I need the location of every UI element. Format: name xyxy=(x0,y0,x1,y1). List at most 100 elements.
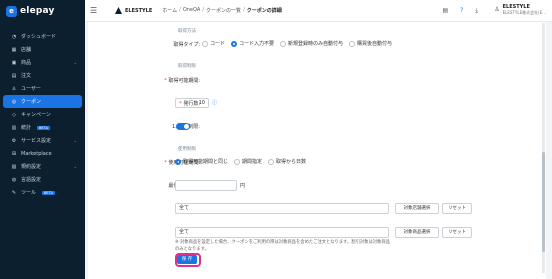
user-icon: ♙ xyxy=(494,6,500,13)
marketplace-icon: ⊞ xyxy=(11,150,17,157)
app-logo[interactable]: e elepay xyxy=(0,0,85,22)
store-icon: ▦ xyxy=(11,46,17,53)
acquire-type-option-purchase[interactable]: 購買後自動付与 xyxy=(349,40,392,47)
radio-selected-icon xyxy=(231,40,238,47)
target-product-select-button[interactable]: 対象商品選択 xyxy=(395,227,439,238)
sidebar-item-label: 言語設定 xyxy=(21,177,42,183)
sidebar-item-2[interactable]: ▣ 商品 ⌄ xyxy=(3,56,82,69)
sidebar-item-10[interactable]: ▧ 規約設定 ⌄ xyxy=(3,160,82,173)
logo-mark-icon: e xyxy=(6,5,17,17)
dashboard-icon: ◔ xyxy=(11,33,17,40)
radio-icon xyxy=(349,40,356,47)
language-icon: ◍ xyxy=(11,176,17,183)
sidebar-item-3[interactable]: ▤ 注文 xyxy=(3,69,82,82)
terms-icon: ▧ xyxy=(11,163,17,170)
beta-badge: BETA xyxy=(42,190,55,195)
breadcrumb-separator: / xyxy=(243,7,245,13)
radio-icon xyxy=(234,158,241,165)
sidebar-item-11[interactable]: ◍ 言語設定 xyxy=(3,173,82,186)
breadcrumb-separator: / xyxy=(179,7,181,13)
sidebar-item-6[interactable]: ◇ キャンペーン xyxy=(3,108,82,121)
usage-period-option-range[interactable]: 期間指定 xyxy=(234,158,262,165)
sidebar-item-label: ユーザー xyxy=(21,86,41,92)
sidebar-item-12[interactable]: ✎ ツール BETA xyxy=(3,186,82,199)
acquire-type-option-no-code[interactable]: コード入力不要 xyxy=(231,40,274,47)
target-store-reset-button[interactable]: リセット xyxy=(442,203,472,214)
main-content: 取得方法 取得タイプ: コード コード入力不要 新規登録時のみ自動付与 購買後自… xyxy=(85,22,552,279)
product-icon: ▣ xyxy=(11,59,17,66)
sidebar-item-4[interactable]: ♙ ユーザー xyxy=(3,82,82,95)
breadcrumb-coupon-list[interactable]: クーポンの一覧 xyxy=(206,7,241,14)
issue-count-input[interactable]: 10 xyxy=(175,98,209,108)
gear-icon: ⚙ xyxy=(11,137,17,144)
sidebar-item-8[interactable]: ⚙ サービス設定 ⌄ xyxy=(3,134,82,147)
chevron-down-icon: ⌄ xyxy=(73,138,77,143)
acquire-type-radios: コード コード入力不要 新規登録時のみ自動付与 購買後自動付与 xyxy=(202,40,398,47)
sidebar-item-label: ダッシュボード xyxy=(21,34,57,40)
breadcrumb-home[interactable]: ホーム xyxy=(162,7,177,14)
min-purchase-input[interactable] xyxy=(175,180,237,191)
chevron-down-icon: ⌄ xyxy=(73,164,77,169)
sidebar-item-label: 規約設定 xyxy=(21,164,42,170)
radio-selected-icon xyxy=(175,158,181,165)
order-icon: ▤ xyxy=(11,72,17,79)
sidebar-nav: ◔ ダッシュボード ▦ 店舗 ▣ 商品 ⌄ ▤ 注文 ♙ ユーザー ◎ クーポン ◇ キャンペーン ▥ 統計 BE… xyxy=(0,30,85,199)
usage-period-option-days[interactable]: 取得から日数 xyxy=(268,158,306,165)
sidebar-item-label: Marketplace xyxy=(21,150,52,157)
help-icon[interactable]: ? xyxy=(460,7,463,15)
beta-badge: BETA xyxy=(37,125,50,130)
breadcrumb-oneqa[interactable]: OneQA xyxy=(183,7,201,14)
sidebar-item-5[interactable]: ◎ クーポン xyxy=(3,95,82,108)
sidebar-item-label: ツール xyxy=(21,190,37,196)
logo-text: elepay xyxy=(20,6,55,16)
info-icon[interactable]: ⓘ xyxy=(212,99,217,106)
user-menu[interactable]: ♙ ELESTYLE ELESTYLE株式会社(E... xyxy=(494,4,546,16)
target-store-input[interactable]: 全て xyxy=(175,203,389,214)
top-icons: ▤ ? ⤓ xyxy=(442,7,478,15)
target-product-reset-button[interactable]: リセット xyxy=(442,227,472,238)
acquire-type-label: 取得タイプ: xyxy=(173,42,200,48)
sidebar: e elepay ◔ ダッシュボード ▦ 店舗 ▣ 商品 ⌄ ▤ 注文 ♙ ユーザー ◎ クーポン ◇ キャ… xyxy=(0,0,85,279)
notifications-icon[interactable]: ▤ xyxy=(442,7,448,15)
campaign-icon: ◇ xyxy=(12,111,16,118)
usage-period-option-same[interactable]: 取得可能期間と同じ xyxy=(175,158,228,165)
breadcrumb-coupon-detail: クーポンの詳細 xyxy=(246,8,282,14)
section-acquire-method: 取得方法 xyxy=(178,29,196,34)
sidebar-item-7[interactable]: ▥ 統計 BETA xyxy=(3,121,82,134)
sidebar-item-label: キャンペーン xyxy=(21,112,51,118)
target-store-select-button[interactable]: 対象店舗選択 xyxy=(395,203,439,214)
brand-name: ELESTYLE xyxy=(125,7,153,14)
once-per-person-toggle[interactable] xyxy=(176,123,190,130)
top-bar: ☰ ELESTYLE ホーム / OneQA / クーポンの一覧 / クーポンの… xyxy=(85,0,552,22)
radio-icon xyxy=(268,158,275,165)
target-product-input[interactable]: 全て xyxy=(175,227,389,238)
section-acquire-limit: 取得制限 xyxy=(178,64,196,69)
radio-icon xyxy=(280,40,287,47)
brand-logo-icon xyxy=(115,7,122,14)
acquire-type-option-signup[interactable]: 新規登録時のみ自動付与 xyxy=(280,40,343,47)
user-icon: ♙ xyxy=(11,85,17,92)
chevron-down-icon: ⌄ xyxy=(73,60,77,65)
sidebar-item-label: サービス設定 xyxy=(21,138,52,144)
acquire-period-label: * 取得可能期間: xyxy=(164,78,200,84)
sidebar-item-label: 商品 xyxy=(21,60,32,66)
scrollbar-thumb[interactable] xyxy=(542,152,545,252)
save-button[interactable]: 保 存 xyxy=(177,255,197,264)
breadcrumb: ホーム / OneQA / クーポンの一覧 / クーポンの詳細 xyxy=(162,7,282,14)
stats-icon: ▥ xyxy=(11,124,17,131)
sidebar-item-1[interactable]: ▦ 店舗 xyxy=(3,43,82,56)
acquire-type-option-code[interactable]: コード xyxy=(202,40,225,47)
usage-period-radios: 取得可能期間と同じ 期間指定 取得から日数 xyxy=(175,158,312,165)
user-org: ELESTYLE株式会社(E... xyxy=(502,10,546,15)
breadcrumb-separator: / xyxy=(202,7,205,13)
section-usage-limit: 使用制限 xyxy=(178,147,196,152)
sidebar-item-label: 統計 xyxy=(21,125,32,131)
target-product-note: ※ 対象商品を設定した場合、クーポンをご利用の際は対象商品を含めたご注文となりま… xyxy=(175,240,390,252)
tool-icon: ✎ xyxy=(11,189,17,196)
sidebar-item-label: 注文 xyxy=(21,73,32,79)
download-icon[interactable]: ⤓ xyxy=(475,7,478,15)
radio-icon xyxy=(202,40,208,47)
sidebar-item-0[interactable]: ◔ ダッシュボード xyxy=(3,30,82,43)
sidebar-item-9[interactable]: ⊞ Marketplace xyxy=(3,147,82,160)
hamburger-menu-icon[interactable]: ☰ xyxy=(90,6,102,15)
